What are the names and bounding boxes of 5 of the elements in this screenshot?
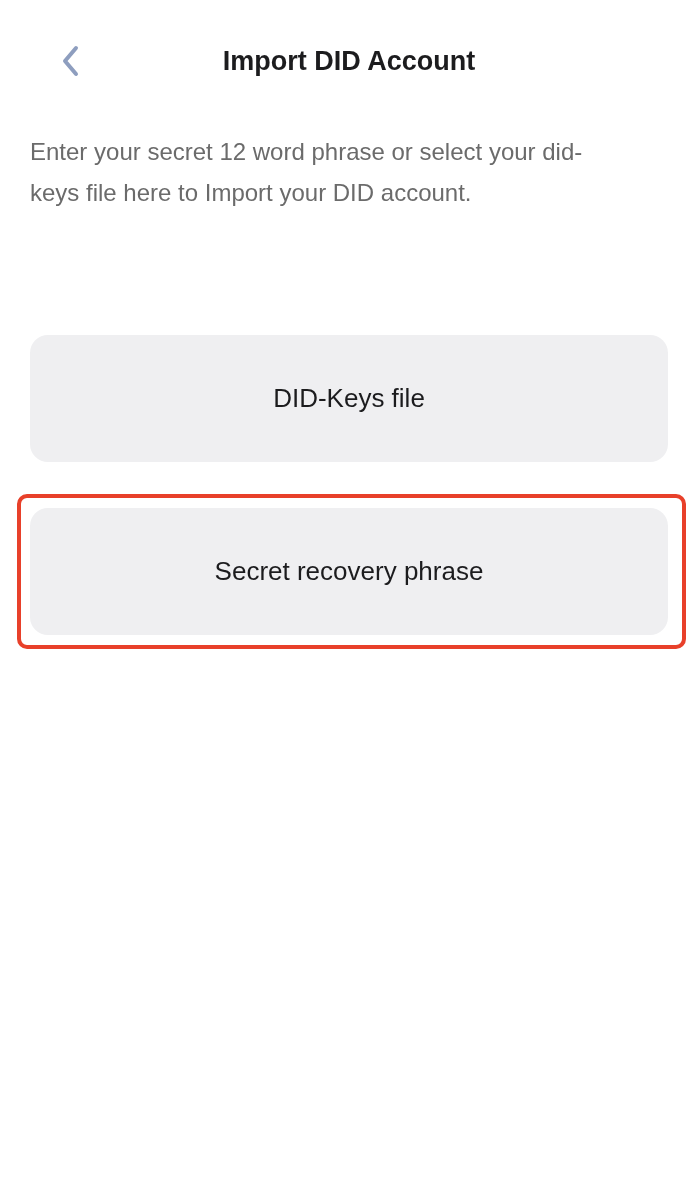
page-title: Import DID Account bbox=[222, 47, 476, 75]
option-button[interactable]: Secret recovery phrase bbox=[30, 508, 668, 635]
description-text: Enter your secret 12 word phrase or select your did-keys file here to Import your DID account. bbox=[30, 137, 584, 208]
option-button[interactable]: DID-Keys file bbox=[30, 335, 668, 462]
back-chevron-icon bbox=[61, 45, 79, 77]
